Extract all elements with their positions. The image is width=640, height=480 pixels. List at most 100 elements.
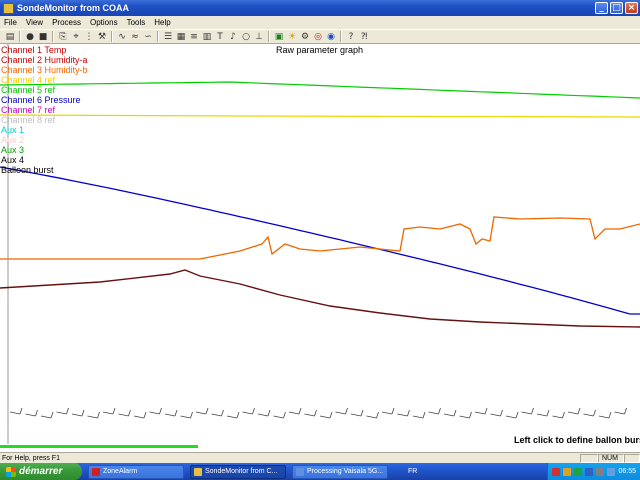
graph-list-icon[interactable]: ☰ [162,31,174,43]
wind-barb [149,411,160,415]
close-button[interactable]: × [625,2,638,14]
help-icon[interactable]: ◉ [325,31,337,43]
app-icon [3,2,14,14]
tray-status-icon[interactable] [596,467,605,476]
settings-icon[interactable]: ⚙ [299,31,311,43]
open-icon[interactable]: ▤ [4,31,16,43]
text-icon[interactable]: T [214,31,226,43]
legend-item: Channel 8 ref [1,115,56,125]
wind-barb [350,413,362,417]
wind-barb [205,407,209,415]
start-button[interactable]: démarrer [0,463,82,480]
wind-barb [133,415,145,419]
wind-barb [366,415,377,419]
taskbar-task[interactable]: Processing Vaisala 5G... [292,464,388,479]
sound-icon[interactable]: ♪ [227,31,239,43]
stop-icon[interactable]: ■ [37,31,49,43]
tray-volume-icon[interactable] [585,467,594,476]
maximize-button[interactable]: □ [610,2,623,14]
wind-barb [97,411,100,419]
wind-barb [490,413,501,417]
wind-barb [319,415,331,419]
wave-a-icon[interactable]: ≈ [129,31,141,43]
wind-barb [381,411,393,415]
channel-legend: Channel 1 Temp Channel 2 Humidity-a Channe… [1,45,88,175]
menu-options[interactable]: Options [86,18,123,27]
legend-item: Channel 7 ref [1,105,56,115]
graph-stack-icon[interactable]: ▥ [201,31,213,43]
tool-icon[interactable]: ⚒ [96,31,108,43]
wind-barb [71,413,83,417]
sun-icon[interactable]: ☀ [286,31,298,43]
menu-file[interactable]: File [0,18,22,27]
wind-barb [583,413,594,417]
menu-view[interactable]: View [22,18,48,27]
about-icon[interactable]: ? [345,31,357,43]
menu-tools[interactable]: Tools [123,18,151,27]
status-num: NUM [598,453,624,463]
wind-barb [428,411,439,415]
tray-shield-icon[interactable] [563,467,572,476]
wind-barb [474,411,486,415]
wind-barb [242,411,253,415]
minimize-button[interactable]: _ [595,2,608,14]
wind-barb [598,415,610,419]
wind-barb [66,407,69,415]
trace-channel-5 [0,81,640,99]
record-icon[interactable]: ● [24,31,36,43]
wind-barb [459,415,470,419]
wind-barb [304,413,315,417]
tray-app-icon[interactable] [574,467,583,476]
windows-flag-icon [6,466,16,477]
wind-barb [329,411,333,419]
wind-barb [562,411,565,419]
wind-barb [40,415,52,419]
graph-grid-icon[interactable]: ▦ [175,31,187,43]
balloon-icon[interactable]: ○ [240,31,252,43]
filter-icon[interactable]: ⋮ [83,31,95,43]
tray-monitor-icon[interactable] [607,467,616,476]
wind-barb [484,407,488,415]
wind-barb [267,409,271,417]
wind-barb [87,415,98,419]
taskbar-task[interactable]: ZoneAlarm [88,464,184,479]
raw-parameter-graph[interactable]: Raw parameter graph Channel 1 Temp Channe… [0,44,640,452]
context-help-icon[interactable]: ⁈ [358,31,370,43]
wind-barb [577,407,581,415]
wind-barb [397,413,408,417]
wave-b-icon[interactable]: ∽ [142,31,154,43]
menu-process[interactable]: Process [48,18,86,27]
graph-multi-icon[interactable]: ≡ [188,31,200,43]
scope-icon[interactable]: ⌖ [70,31,82,43]
status-bar: For Help, press F1 NUM [0,452,640,463]
plot-canvas[interactable] [0,44,640,452]
title-bar[interactable]: SondeMonitor from COAA _ □ × [0,0,640,16]
status-help: For Help, press F1 [2,454,60,462]
wind-barb [391,407,395,415]
wind-barb [283,411,286,419]
tray-network-icon[interactable] [552,467,561,476]
progress-bar [0,445,199,448]
window-title: SondeMonitor from COAA [17,3,129,13]
menu-help[interactable]: Help [150,18,175,27]
graph-title: Raw parameter graph [276,45,364,55]
map-icon[interactable]: ▣ [273,31,285,43]
legend-item: Channel 3 Humidity-b [1,65,88,75]
toolbar: ▤ ● ■ ⎘ ⌖ ⋮ ⚒ ∿ ≈ ∽ ☰ ▦ ≡ ▥ T ♪ ○ ⊥ ▣ ☀ … [0,29,640,44]
wind-barb [438,407,441,415]
language-indicator[interactable]: FR [408,468,428,475]
taskbar-task[interactable]: SondeMonitor from C... [190,464,286,479]
wind-barb [443,413,455,417]
wind-barb [9,411,21,415]
wind-barb [174,409,178,417]
legend-item: Channel 4 ref [1,75,56,85]
clock: 06:55 [618,468,636,475]
wind-barb [376,411,379,419]
copy-icon[interactable]: ⎘ [57,31,69,43]
target-icon[interactable]: ◎ [312,31,324,43]
curve-icon[interactable]: ∿ [116,31,128,43]
tower-icon[interactable]: ⊥ [253,31,265,43]
wind-barb [608,411,612,419]
wind-barb [412,415,424,419]
wind-barb [453,409,457,417]
